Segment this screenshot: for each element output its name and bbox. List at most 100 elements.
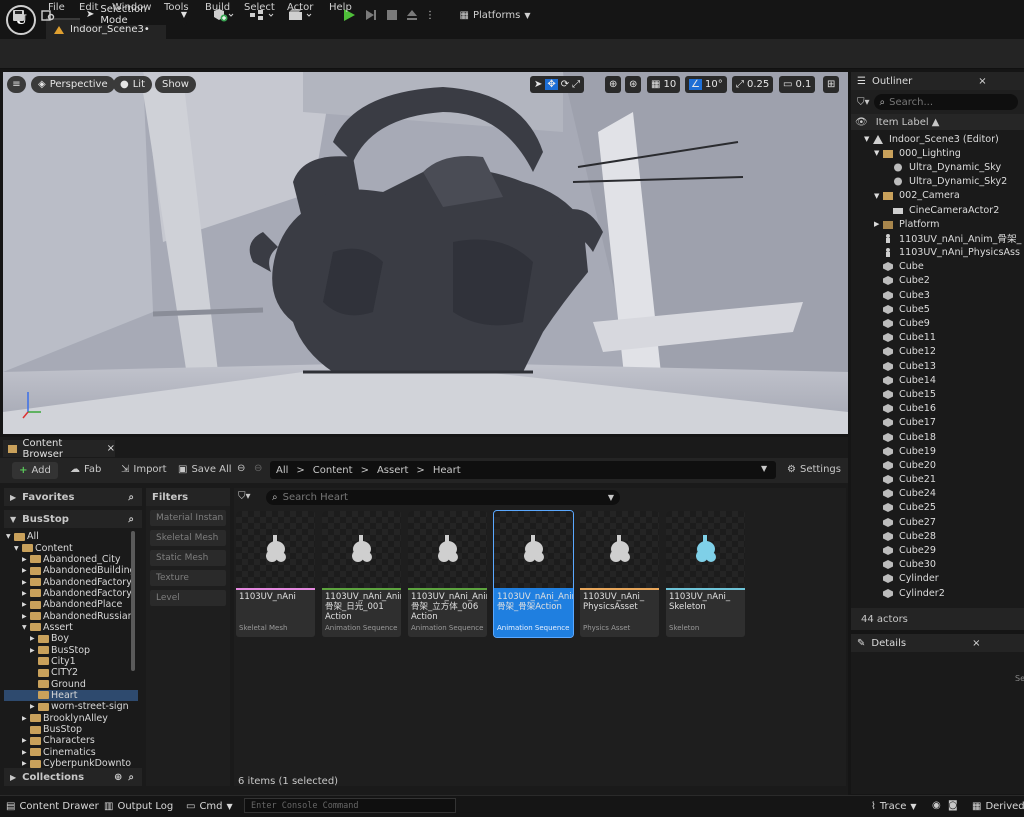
project-section[interactable]: ▼ BusStop ⌕ [4, 510, 142, 528]
search-icon[interactable]: ⌕ [128, 772, 134, 783]
folder-tree-item[interactable]: ▶ AbandonedPlace [4, 599, 138, 610]
chevron-down-icon[interactable]: ▼ [864, 135, 872, 143]
outliner-row[interactable]: Cube12 [851, 345, 1024, 359]
chevron-right-icon[interactable]: ▶ [22, 715, 30, 722]
content-drawer-button[interactable]: ▤ Content Drawer [6, 799, 99, 813]
outliner-row[interactable]: Cube [851, 260, 1024, 274]
chevron-right-icon[interactable]: ▶ [22, 567, 30, 574]
filter-chip[interactable]: Skeletal Mesh [150, 530, 226, 546]
close-icon[interactable]: × [107, 443, 115, 454]
menu-window[interactable]: Window [112, 2, 151, 13]
output-log-button[interactable]: ▥ Output Log [104, 799, 173, 813]
outliner-row[interactable]: ▼ 002_Camera [851, 189, 1024, 203]
chevron-right-icon[interactable]: ▶ [22, 579, 30, 586]
viewport-menu-icon[interactable]: ≡ [7, 76, 26, 93]
stop-icon[interactable] [383, 5, 401, 25]
scale-tool-icon[interactable]: ⤢ [572, 79, 580, 90]
outliner-row[interactable]: Cylinder [851, 572, 1024, 586]
content-browser-tab[interactable]: Content Browser × [3, 438, 115, 460]
asset-search-input[interactable]: ⌕ Search Heart ▼ [266, 490, 620, 505]
outliner-row[interactable]: Cube25 [851, 501, 1024, 515]
add-collection-icon[interactable]: ⊕ [114, 772, 122, 783]
outliner-row[interactable]: Cube28 [851, 529, 1024, 543]
outliner-row[interactable]: Cube5 [851, 302, 1024, 316]
close-icon[interactable]: × [972, 638, 980, 649]
folder-tree-item[interactable]: ▶ Abandoned_City [4, 554, 138, 565]
add-button[interactable]: + Add [12, 462, 58, 479]
breadcrumb-item[interactable]: Assert [377, 465, 408, 476]
outliner-row[interactable]: Cube30 [851, 558, 1024, 572]
select-tool-icon[interactable]: ➤ [534, 79, 542, 90]
breadcrumb-item[interactable]: Heart [433, 465, 461, 476]
filter-icon[interactable]: ⛉▾ [238, 491, 251, 502]
chevron-right-icon[interactable]: ▶ [30, 703, 38, 710]
chevron-right-icon[interactable]: ▶ [22, 556, 30, 563]
asset-tile[interactable]: 1103UV_nAni_Anim_骨架_立方体_006 Action Animat… [408, 511, 487, 637]
save-all-button[interactable]: ▣ Save All [178, 464, 232, 475]
lit-button[interactable]: ● Lit [113, 76, 153, 93]
move-tool-icon[interactable]: ✥ [545, 79, 558, 90]
step-icon[interactable] [362, 5, 380, 25]
import-button[interactable]: ⇲ Import [121, 464, 167, 475]
chevron-right-icon[interactable]: ▶ [22, 737, 30, 744]
chevron-right-icon[interactable]: ▶ [22, 590, 30, 597]
menu-file[interactable]: File [48, 2, 65, 13]
outliner-row[interactable]: ▼ Indoor_Scene3 (Editor) [851, 132, 1024, 146]
outliner-row[interactable]: Cube16 [851, 402, 1024, 416]
collections-section[interactable]: ▶ Collections ⊕ ⌕ [4, 768, 142, 786]
world-space-icon[interactable]: ⊕ [605, 76, 622, 93]
outliner-row[interactable]: Ultra_Dynamic_Sky2 [851, 175, 1024, 189]
chevron-right-icon[interactable]: ▶ [22, 613, 30, 620]
transform-tools[interactable]: ➤ ✥ ⟳ ⤢ [530, 76, 585, 93]
folder-tree-item[interactable]: ▶ BrooklynAlley [4, 713, 138, 724]
chevron-right-icon[interactable]: ▶ [22, 760, 30, 767]
record-icon[interactable]: ◉ [932, 800, 941, 811]
layout-icon[interactable]: ⊞ [823, 76, 840, 93]
folder-tree-item[interactable]: ▶ worn-street-sign [4, 701, 138, 712]
grid-snap-button[interactable]: ▦ 10 [647, 76, 681, 93]
outliner-row[interactable]: Cube21 [851, 473, 1024, 487]
folder-tree-item[interactable]: ▼ Content [4, 542, 138, 554]
console-input[interactable]: Enter Console Command [244, 798, 456, 813]
chevron-right-icon[interactable]: ▶ [22, 749, 30, 756]
folder-tree-item[interactable]: ▶ BusStop [4, 644, 138, 656]
outliner-row[interactable]: Cylinder2 [851, 586, 1024, 600]
close-icon[interactable]: × [978, 76, 986, 87]
chevron-right-icon[interactable]: ▶ [30, 647, 38, 654]
rotate-tool-icon[interactable]: ⟳ [561, 79, 569, 90]
folder-tree-item[interactable]: City1 [4, 656, 138, 667]
outliner-column-header[interactable]: 👁 Item Label ▲ [851, 114, 1024, 130]
more-options-icon[interactable]: ⋮ [424, 5, 436, 25]
asset-tile[interactable]: 1103UV_nAni_ PhysicsAsset Physics Asset [580, 511, 659, 637]
menu-select[interactable]: Select [244, 2, 275, 13]
outliner-row[interactable]: Cube19 [851, 444, 1024, 458]
menu-tools[interactable]: Tools [164, 2, 189, 13]
menu-actor[interactable]: Actor [287, 2, 313, 13]
folder-tree-item[interactable]: Ground [4, 678, 138, 690]
search-icon[interactable]: ⌕ [128, 492, 134, 503]
outliner-row[interactable]: Cube13 [851, 359, 1024, 373]
chevron-down-icon[interactable]: ▼ [608, 493, 614, 502]
settings-button[interactable]: ⚙ Settings [787, 464, 841, 475]
outliner-row[interactable]: Cube9 [851, 316, 1024, 330]
folder-tree-item[interactable]: ▼ All [4, 531, 138, 542]
folder-tree-item[interactable]: CITY2 [4, 667, 138, 678]
outliner-row[interactable]: Cube27 [851, 515, 1024, 529]
folder-tree-item[interactable]: ▶ AbandonedFactory [4, 576, 138, 588]
breadcrumb-item[interactable]: All [276, 465, 288, 476]
outliner-row[interactable]: Cube14 [851, 373, 1024, 387]
asset-tile[interactable]: 1103UV_nAni_ Skeleton Skeleton [666, 511, 745, 637]
forward-icon[interactable]: ⊖ [254, 463, 262, 474]
outliner-search-input[interactable]: ⌕ Search... [873, 94, 1018, 110]
outliner-row[interactable]: ▼ 000_Lighting [851, 146, 1024, 160]
chevron-down-icon[interactable]: ▼ [874, 149, 882, 157]
outliner-row[interactable]: Cube17 [851, 416, 1024, 430]
angle-snap-button[interactable]: ∠ 10° [685, 76, 727, 93]
platforms-button[interactable]: ▦ Platforms ▼ [458, 5, 532, 25]
camera-speed-button[interactable]: ▭ 0.1 [779, 76, 816, 93]
outliner-row[interactable]: 1103UV_nAni_PhysicsAss [851, 246, 1024, 260]
search-icon[interactable]: ⌕ [128, 514, 134, 525]
filter-chip[interactable]: Material Instan [150, 510, 226, 526]
asset-tile[interactable]: 1103UV_nAni_Anim_骨架_日光_001 Action Animati… [322, 511, 401, 637]
folder-tree-item[interactable]: ▶ Cinematics [4, 747, 138, 758]
